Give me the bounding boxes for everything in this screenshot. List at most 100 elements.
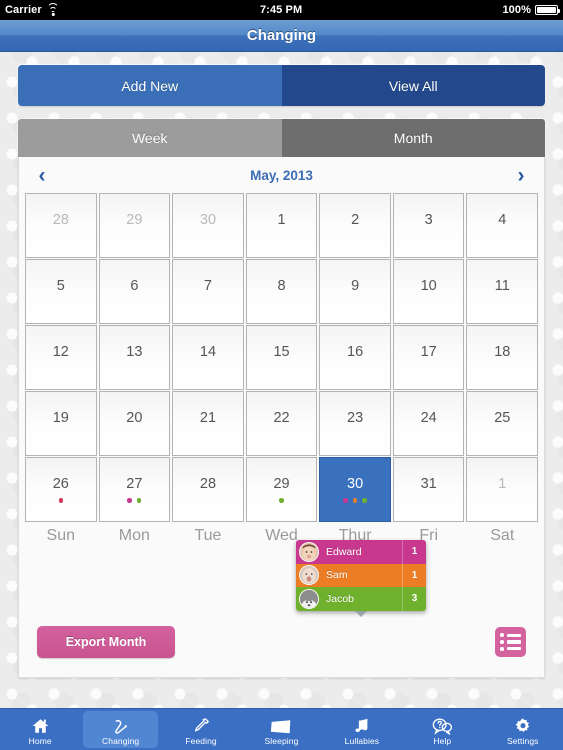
calendar-day-cell[interactable]: 30 [172, 193, 244, 258]
calendar-day-cell[interactable]: 25 [466, 391, 539, 456]
calendar-day-number: 6 [130, 278, 139, 294]
baby-avatar-jacob [299, 588, 319, 609]
calendar-day-cell[interactable]: 1 [466, 457, 539, 522]
calendar-day-cell[interactable]: 31 [392, 457, 465, 522]
battery-full-icon [535, 5, 560, 15]
calendar-day-cell[interactable]: 15 [245, 325, 318, 390]
tab-settings[interactable]: Settings [486, 711, 560, 748]
calendar-day-cell[interactable]: 12 [25, 325, 97, 390]
calendar-day-cell[interactable]: 24 [392, 391, 465, 456]
calendar-day-number: 22 [273, 410, 290, 426]
calendar-day-number: 9 [351, 278, 360, 294]
weekday-label: Tue [194, 527, 222, 544]
calendar-day-dots [279, 498, 284, 503]
calendar-day-cell[interactable]: 20 [98, 391, 171, 456]
calendar-day-cell[interactable]: 26 [25, 457, 97, 522]
calendar-day-cell[interactable]: 29 [98, 193, 171, 258]
popover-child-name: Jacob [326, 592, 355, 605]
calendar-day-number: 27 [126, 476, 143, 492]
bottom-tab-bar: Home Changing Feeding Sleeping Lullabies Help… [0, 708, 563, 750]
battery-percent-label: 100% [502, 4, 531, 16]
tab-feeding[interactable]: Feeding [164, 711, 238, 748]
tab-view-all[interactable]: View All [281, 65, 545, 106]
calendar-day-cell[interactable]: 19 [25, 391, 97, 456]
title-bar: Changing [0, 20, 563, 52]
calendar-day-number: 7 [203, 278, 212, 294]
calendar-day-cell[interactable]: 29 [245, 457, 318, 522]
popover-child-row[interactable]: Jacob 3 [296, 587, 426, 611]
baby-avatar-edward [299, 541, 319, 562]
popover-child-row[interactable]: Sam 1 [296, 563, 426, 587]
weekday-label: Sat [490, 527, 515, 544]
calendar-day-cell[interactable]: 28 [25, 193, 97, 258]
calendar-day-number: 11 [494, 278, 510, 294]
calendar-day-cell[interactable]: 7 [172, 259, 244, 324]
calendar-day-cell[interactable]: 28 [172, 457, 244, 522]
calendar-grid: 28 29 30 1 2 3 4 5 6 7 8 9 10 11 12 13 14 15 16 17 18 19 20 21 2… [19, 193, 544, 523]
calendar-day-cell[interactable]: 8 [245, 259, 318, 324]
calendar-day-number: 12 [52, 344, 69, 360]
calendar-day-cell[interactable]: 2 [319, 193, 391, 258]
tab-home[interactable]: Home [3, 711, 77, 748]
weekday-label: Mon [118, 527, 150, 544]
calendar-day-dots [127, 498, 142, 503]
tab-label: Sleeping [264, 735, 299, 746]
tab-lullabies[interactable]: Lullabies [325, 711, 399, 748]
calendar-day-cell[interactable]: 27 [98, 457, 171, 522]
calendar-day-cell[interactable]: 23 [319, 391, 391, 456]
calendar-day-cell[interactable]: 3 [392, 193, 465, 258]
wifi-icon [47, 2, 60, 16]
calendar-day-cell[interactable]: 9 [319, 259, 391, 324]
page-title: Changing [246, 27, 317, 44]
calendar-day-cell[interactable]: 4 [466, 193, 539, 258]
popover-child-count: 3 [402, 587, 426, 611]
app-root: Carrier 7:45 PM 100% Changing Add New Vi… [0, 0, 563, 750]
calendar-day-cell[interactable]: 6 [98, 259, 171, 324]
tab-month[interactable]: Month [281, 119, 545, 157]
popover-child-row[interactable]: Edward 1 [296, 540, 426, 564]
calendar-day-cell[interactable]: 14 [172, 325, 244, 390]
day-detail-popover: Edward 1 Sam 1 Jacob 3 [296, 540, 426, 617]
calendar-day-cell[interactable]: 11 [466, 259, 539, 324]
calendar-day-number: 19 [52, 410, 69, 426]
calendar-day-cell[interactable]: 22 [245, 391, 318, 456]
calendar-day-dots [343, 498, 367, 503]
tab-help[interactable]: Help [405, 711, 479, 748]
calendar-day-number: 14 [199, 344, 217, 360]
primary-segment: Add New View All [18, 65, 545, 106]
tab-week[interactable]: Week [18, 119, 282, 157]
calendar-day-number: 28 [199, 476, 217, 492]
calendar-day-number: 21 [199, 410, 217, 426]
list-view-icon[interactable] [495, 627, 526, 657]
weekday-header: Sun Mon Tue Wed Thur Fri Sat [19, 523, 544, 545]
calendar-day-number: 29 [273, 476, 290, 492]
calendar-day-cell[interactable]: 16 [319, 325, 391, 390]
calendar-day-cell[interactable]: 5 [25, 259, 97, 324]
range-segment: Week Month [18, 119, 545, 157]
music-icon [353, 714, 370, 735]
calendar-day-cell[interactable]: 10 [392, 259, 465, 324]
popover-child-count: 1 [402, 540, 426, 564]
calendar-day-number: 17 [420, 344, 437, 360]
chevron-left-icon[interactable]: ‹ [31, 165, 53, 186]
calendar-day-cell[interactable]: 18 [466, 325, 539, 390]
calendar-day-cell[interactable]: 30 [319, 457, 391, 522]
segment-controls: Add New View All Week Month [0, 52, 563, 157]
tab-add-new[interactable]: Add New [18, 65, 282, 106]
activity-dot [343, 498, 348, 503]
calendar-day-cell[interactable]: 1 [245, 193, 318, 258]
calendar-day-cell[interactable]: 13 [98, 325, 171, 390]
month-navigation: ‹ May, 2013 › [19, 157, 544, 193]
chevron-right-icon[interactable]: › [510, 165, 532, 186]
calendar-day-number: 3 [424, 212, 433, 228]
calendar-day-number: 23 [347, 410, 364, 426]
tab-label: Feeding [185, 735, 217, 746]
tab-sleeping[interactable]: Sleeping [244, 711, 318, 748]
export-month-button[interactable]: Export Month [37, 626, 175, 658]
tab-changing[interactable]: Changing [83, 711, 158, 748]
calendar-day-cell[interactable]: 17 [392, 325, 465, 390]
home-icon [31, 714, 50, 735]
carrier-label: Carrier [5, 4, 42, 16]
tab-label: Home [28, 735, 52, 746]
calendar-day-cell[interactable]: 21 [172, 391, 244, 456]
